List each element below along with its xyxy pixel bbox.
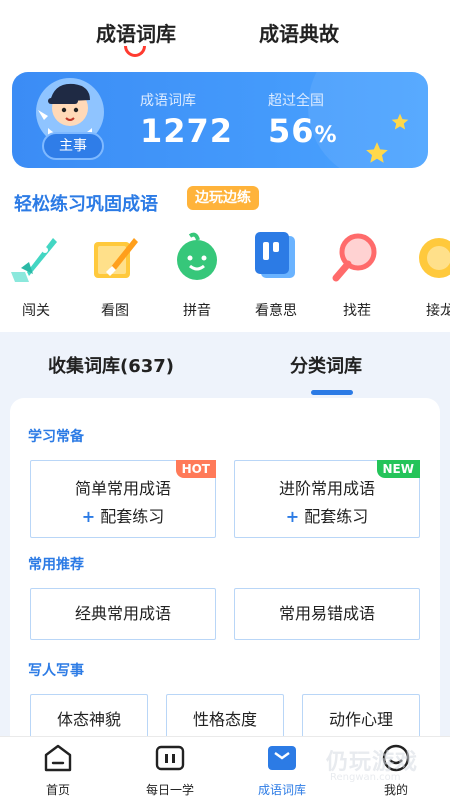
mode-label: 看图 bbox=[101, 303, 129, 319]
category-button[interactable]: NEW 进阶常用成语 + 配套练习 bbox=[234, 460, 420, 538]
stats-card: 主事 成语词库 1272 超过全国 56% bbox=[12, 72, 428, 168]
top-tab-bar: 成语词库 成语典故 bbox=[0, 18, 450, 62]
star-icon bbox=[391, 113, 409, 130]
library-area: 收集词库(637) 分类词库 学习常备 HOT 简单常用成语 + 配套练习 NE… bbox=[0, 332, 450, 758]
mode-label: 看意思 bbox=[255, 303, 297, 319]
category-panel: 学习常备 HOT 简单常用成语 + 配套练习 NEW 进阶常用成语 + 配套练习… bbox=[10, 398, 440, 758]
nav-label: 首页 bbox=[45, 783, 70, 797]
category-label: 进阶常用成语 bbox=[278, 479, 375, 498]
tab-collected-library[interactable]: 收集词库(637) bbox=[48, 352, 174, 378]
mode-pinyin[interactable]: 拼音 bbox=[167, 228, 227, 320]
mode-label: 接龙 bbox=[426, 303, 450, 319]
section-title: 常用推荐 bbox=[28, 557, 84, 573]
chain-icon bbox=[419, 238, 450, 278]
star-icon bbox=[366, 142, 388, 163]
mode-challenge[interactable]: 闯关 bbox=[6, 228, 66, 320]
category-label: 经典常用成语 bbox=[74, 604, 171, 623]
practice-modes: 闯关 看图 拼音 看意思 找茬 接龙 bbox=[0, 228, 450, 320]
category-sub: + 配套练习 bbox=[235, 503, 419, 527]
category-sub-label: 配套练习 bbox=[304, 507, 369, 526]
category-label: 常用易错成语 bbox=[278, 604, 375, 623]
pinyin-face-icon bbox=[177, 232, 217, 280]
category-sub: + 配套练习 bbox=[31, 503, 215, 527]
magnifier-icon bbox=[332, 233, 377, 282]
daily-icon bbox=[155, 745, 185, 771]
practice-title: 轻松练习巩固成语 bbox=[14, 194, 158, 215]
nav-label: 每日一学 bbox=[145, 783, 194, 797]
watermark-sub: Rengwan.com bbox=[330, 772, 401, 783]
category-button[interactable]: 常用易错成语 bbox=[234, 588, 420, 640]
active-tab-indicator bbox=[124, 46, 146, 57]
rank-value-group: 56% bbox=[268, 112, 338, 150]
home-icon bbox=[44, 744, 72, 772]
tab-idiom-library[interactable]: 成语词库 bbox=[96, 18, 176, 47]
library-icon bbox=[268, 746, 296, 770]
watermark: 仍玩游戏 Rengwan.com bbox=[296, 740, 446, 794]
practice-badge: 边玩边练 bbox=[187, 186, 259, 210]
active-tab-underline bbox=[311, 390, 353, 395]
section-title: 学习常备 bbox=[28, 429, 84, 445]
mode-chain[interactable]: 接龙 bbox=[410, 228, 450, 320]
library-count-value: 1272 bbox=[140, 112, 234, 150]
rank-unit: % bbox=[314, 123, 338, 148]
mode-meaning[interactable]: 看意思 bbox=[246, 228, 306, 320]
category-button[interactable]: HOT 简单常用成语 + 配套练习 bbox=[30, 460, 216, 538]
library-count-label: 成语词库 bbox=[140, 93, 196, 109]
meaning-card-icon bbox=[255, 232, 295, 278]
mode-spot-difference[interactable]: 找茬 bbox=[327, 228, 387, 320]
hot-tag: HOT bbox=[175, 460, 216, 478]
category-label: 动作心理 bbox=[328, 710, 393, 729]
category-label: 体态神貌 bbox=[56, 710, 121, 729]
role-badge: 主事 bbox=[42, 132, 104, 160]
mode-picture[interactable]: 看图 bbox=[85, 228, 145, 320]
tab-idiom-stories[interactable]: 成语典故 bbox=[259, 18, 339, 47]
nav-daily[interactable]: 每日一学 bbox=[130, 743, 210, 798]
rocket-icon bbox=[11, 238, 57, 282]
category-label: 简单常用成语 bbox=[74, 479, 171, 498]
plus-icon: + bbox=[81, 507, 96, 526]
category-sub-label: 配套练习 bbox=[100, 507, 165, 526]
plus-icon: + bbox=[285, 507, 300, 526]
paint-brush-icon bbox=[94, 238, 138, 278]
mode-label: 找茬 bbox=[343, 303, 371, 319]
mode-label: 拼音 bbox=[183, 303, 211, 319]
category-button[interactable]: 经典常用成语 bbox=[30, 588, 216, 640]
new-tag: NEW bbox=[376, 460, 420, 478]
rank-label: 超过全国 bbox=[268, 93, 324, 109]
rank-value: 56 bbox=[268, 112, 315, 150]
tab-category-library[interactable]: 分类词库 bbox=[290, 352, 362, 378]
nav-home[interactable]: 首页 bbox=[18, 743, 98, 798]
section-title: 写人写事 bbox=[28, 663, 84, 679]
category-label: 性格态度 bbox=[192, 710, 257, 729]
mode-label: 闯关 bbox=[22, 303, 50, 319]
